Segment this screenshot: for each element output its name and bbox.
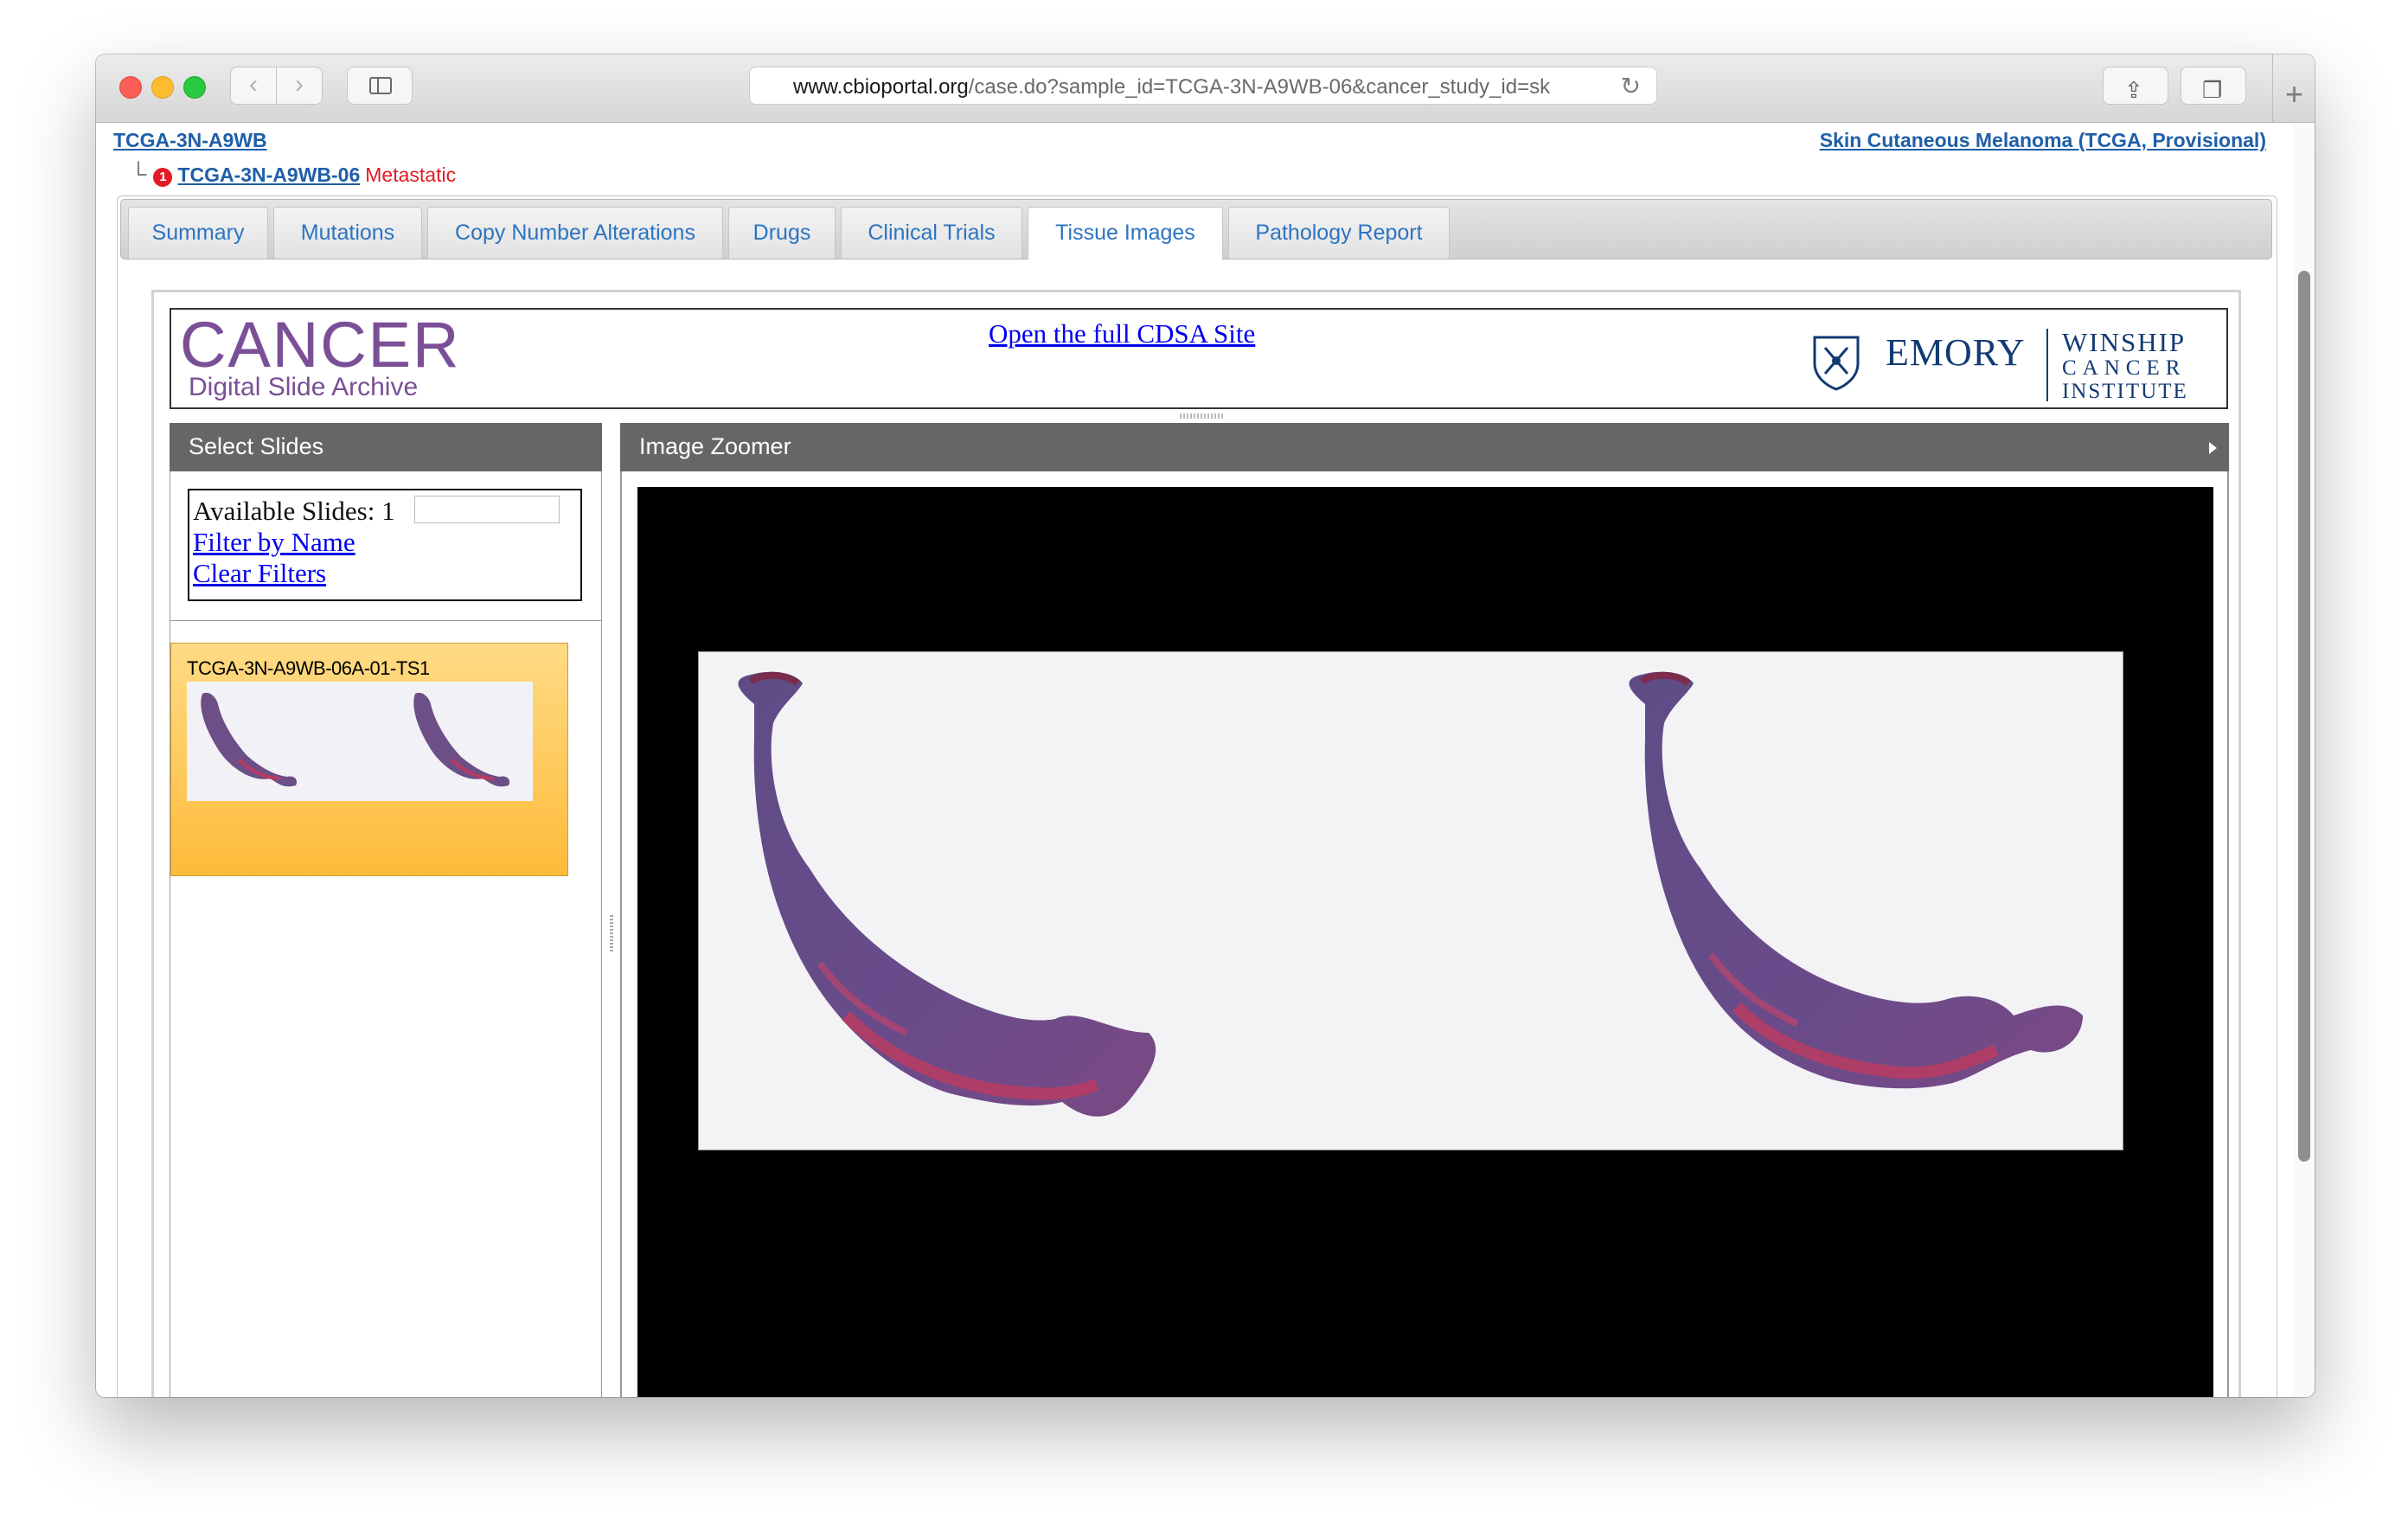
browser-window: ‹ › www.cbioportal.org/case.do?sample_id… [96, 54, 2315, 1397]
slide-item-label: TCGA-3N-A9WB-06A-01-TS1 [187, 657, 430, 679]
sample-id-link[interactable]: TCGA-3N-A9WB-06 [177, 163, 360, 186]
vertical-resize-handle[interactable] [610, 915, 613, 953]
emory-winship-logo: EMORY WINSHIP CANCER INSTITUTE [1811, 322, 2209, 403]
back-button[interactable]: ‹ [230, 67, 277, 105]
tab-pathology-report[interactable]: Pathology Report [1228, 207, 1450, 259]
sample-number-badge: 1 [153, 168, 173, 187]
image-zoomer-header: Image Zoomer [620, 423, 2229, 471]
select-slides-panel: Available Slides: 1 Filter by Name Clear… [170, 471, 602, 1397]
sample-type-label: Metastatic [365, 163, 457, 186]
sidebar-icon [369, 77, 392, 94]
close-window-button[interactable] [119, 76, 142, 99]
url-path: /case.do?sample_id=TCGA-3N-A9WB-06&cance… [968, 75, 1551, 99]
slide-thumbnail [187, 682, 533, 801]
back-icon: ‹ [249, 70, 258, 99]
tree-connector-icon: └ [131, 161, 147, 187]
minimize-window-button[interactable] [151, 76, 174, 99]
tab-clinical-trials[interactable]: Clinical Trials [841, 207, 1022, 259]
url-host: www.cbioportal.org [793, 75, 969, 99]
filter-by-name-link[interactable]: Filter by Name [193, 527, 580, 558]
winship-line-2: CANCER [2062, 356, 2187, 380]
page-content: TCGA-3N-A9WB └ 1 TCGA-3N-A9WB-06 Metastatic… [96, 123, 2293, 1397]
reload-icon[interactable]: ↻ [1621, 72, 1641, 100]
slide-filter-area: Available Slides: 1 Filter by Name Clear… [170, 471, 601, 621]
horizontal-resize-handle[interactable] [1180, 413, 1223, 419]
select-slides-header: Select Slides [170, 423, 602, 471]
tab-mutations[interactable]: Mutations [273, 207, 422, 259]
tab-bar: Summary Mutations Copy Number Alteration… [120, 199, 2272, 259]
tab-drugs[interactable]: Drugs [728, 207, 836, 259]
browser-toolbar: ‹ › www.cbioportal.org/case.do?sample_id… [96, 54, 2315, 123]
winship-line-1: WINSHIP [2062, 327, 2187, 357]
clear-filters-link[interactable]: Clear Filters [193, 558, 580, 589]
study-name-link[interactable]: Skin Cutaneous Melanoma (TCGA, Provision… [1820, 129, 2266, 152]
image-zoomer-panel [620, 471, 2229, 1397]
slide-item[interactable]: TCGA-3N-A9WB-06A-01-TS1 [170, 643, 568, 876]
show-tabs-button[interactable]: ❐ [2181, 67, 2246, 105]
page-scrollbar-thumb[interactable] [2298, 271, 2310, 1162]
tissue-images-frame: CANCER Digital Slide Archive Open the fu… [151, 290, 2241, 1397]
image-zoomer-title: Image Zoomer [639, 433, 791, 459]
new-tab-icon[interactable]: + [2272, 54, 2315, 122]
share-button[interactable]: ⇪ [2103, 67, 2168, 105]
share-icon: ⇪ [2124, 77, 2143, 103]
open-cdsa-link[interactable]: Open the full CDSA Site [989, 318, 1255, 349]
winship-line-3: INSTITUTE [2062, 380, 2188, 403]
logo-divider [2046, 329, 2048, 401]
winship-wordmark: WINSHIP CANCER INSTITUTE [2062, 329, 2188, 403]
forward-icon: › [295, 70, 304, 99]
patient-id-link[interactable]: TCGA-3N-A9WB [113, 129, 267, 152]
sample-line: └ 1 TCGA-3N-A9WB-06 Metastatic [131, 161, 456, 188]
cdsa-header: CANCER Digital Slide Archive Open the fu… [170, 308, 2228, 409]
tab-copy-number-alterations[interactable]: Copy Number Alterations [427, 207, 723, 259]
collapse-arrow-icon[interactable] [2209, 442, 2217, 454]
tissue-slide-image[interactable] [698, 651, 2123, 1150]
sidebar-toggle-button[interactable] [347, 67, 413, 105]
cdsa-logo-title: CANCER [180, 309, 461, 381]
forward-button[interactable]: › [276, 67, 323, 105]
emory-shield-icon [1813, 336, 1860, 391]
tab-tissue-images[interactable]: Tissue Images [1028, 207, 1223, 259]
emory-wordmark: EMORY [1886, 331, 2026, 374]
tabs-icon: ❐ [2202, 77, 2223, 103]
tab-summary[interactable]: Summary [128, 207, 268, 259]
slide-viewer-canvas[interactable] [637, 487, 2213, 1397]
slide-filter-input[interactable] [414, 496, 560, 523]
cdsa-logo: CANCER Digital Slide Archive [180, 309, 461, 400]
url-text: www.cbioportal.org/case.do?sample_id=TCG… [793, 75, 1550, 99]
slide-filter-box: Available Slides: 1 Filter by Name Clear… [188, 489, 582, 601]
address-bar[interactable]: www.cbioportal.org/case.do?sample_id=TCG… [749, 67, 1657, 105]
zoom-window-button[interactable] [183, 76, 206, 99]
